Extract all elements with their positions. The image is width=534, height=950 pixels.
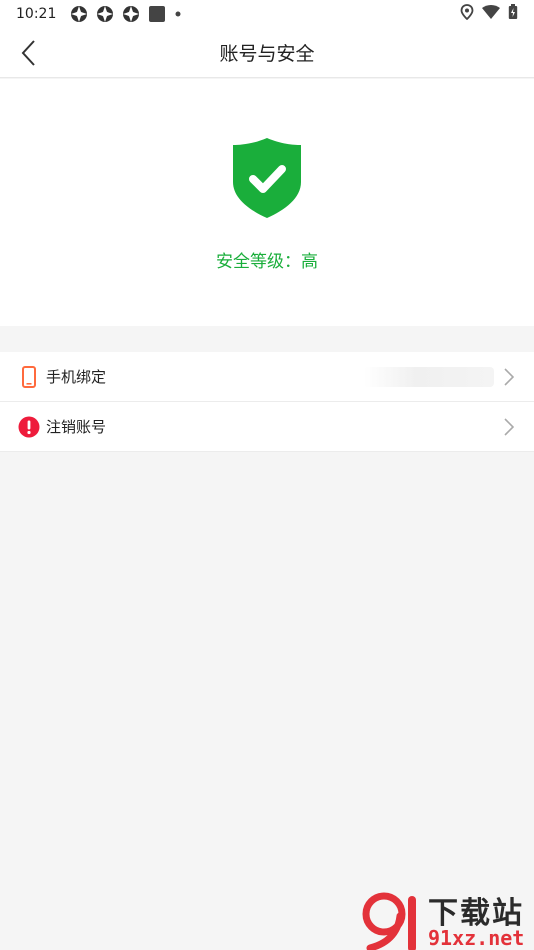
watermark: 下载站 91xz.net [362, 888, 534, 950]
chevron-left-icon [21, 40, 35, 66]
status-bar: 10:21 [0, 0, 534, 28]
dot-icon [174, 10, 182, 18]
list-item-phone-binding[interactable]: 手机绑定 [0, 352, 534, 402]
shield-check-icon [233, 138, 301, 218]
square-notification-icon [148, 5, 166, 23]
security-level-text: 安全等级：高 [216, 252, 318, 272]
security-hero: 安全等级：高 [0, 79, 534, 326]
settings-list: 手机绑定 注销账号 [0, 352, 534, 452]
phone-icon [18, 365, 40, 388]
app-notification-icon [96, 5, 114, 23]
list-item-label: 注销账号 [46, 418, 107, 436]
back-button[interactable] [14, 38, 42, 68]
chevron-right-icon [504, 418, 514, 436]
list-item-label: 手机绑定 [46, 368, 107, 386]
location-icon [460, 4, 474, 24]
list-item-delete-account[interactable]: 注销账号 [0, 402, 534, 452]
app-notification-icon [70, 5, 88, 23]
battery-icon [508, 4, 518, 24]
app-header: 账号与安全 [0, 28, 534, 78]
alert-icon [18, 416, 40, 438]
page-title: 账号与安全 [219, 43, 315, 65]
watermark-logo-icon [362, 892, 416, 950]
wifi-icon [482, 5, 500, 23]
status-right-icons [460, 4, 518, 24]
phone-number-blurred [364, 367, 494, 387]
status-time: 10:21 [16, 6, 57, 22]
app-notification-icon [122, 5, 140, 23]
chevron-right-icon [504, 368, 514, 386]
watermark-bottom-text: 91xz.net [428, 926, 525, 950]
